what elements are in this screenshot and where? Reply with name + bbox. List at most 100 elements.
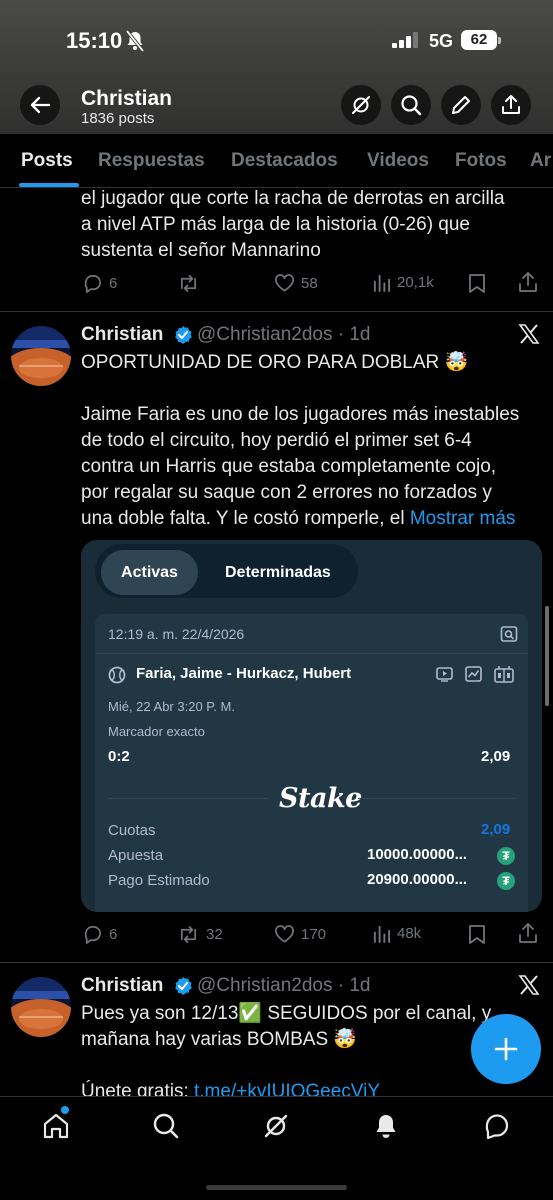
battery-nub: [498, 37, 501, 44]
tab-respuestas[interactable]: Respuestas: [98, 150, 205, 172]
author-name[interactable]: Christian: [81, 324, 163, 346]
tweet-divider: [0, 962, 553, 963]
grok-icon: [352, 96, 370, 114]
author-handle[interactable]: @Christian2dos · 1d: [197, 975, 371, 997]
tab-determinadas: Determinadas: [225, 564, 331, 581]
nav-messages[interactable]: [483, 1112, 511, 1140]
share-button[interactable]: [491, 85, 531, 125]
x-logo-icon[interactable]: [518, 974, 540, 996]
post-time: 1d: [349, 324, 371, 345]
bookmark-button[interactable]: [468, 924, 486, 944]
tweet2-line-last: una doble falta. Y le costó romperle, el…: [81, 506, 519, 532]
views-icon: [373, 274, 391, 292]
tab-articles[interactable]: Ar: [530, 150, 551, 172]
nav-search[interactable]: [152, 1112, 180, 1140]
tweet3-line: Únete gratis:: [81, 1081, 194, 1096]
like-count: 170: [301, 925, 327, 943]
repost-button[interactable]: 32: [177, 924, 223, 945]
bet-ticket: 12:19 a. m. 22/4/2026 Faria, Jaime - Hur…: [95, 614, 528, 912]
tweet1-line: a nivel ATP más larga de la historia (0-…: [81, 214, 470, 235]
reply-icon: [84, 275, 101, 293]
x-logo-icon[interactable]: [518, 323, 540, 345]
grok-icon: [264, 1114, 288, 1138]
author-name[interactable]: Christian: [81, 975, 163, 997]
tweet3-line-link: Únete gratis: t.me/+kvIUIQGeecViY: [81, 1079, 551, 1096]
scoreboard-icon: [494, 665, 514, 683]
tweet-divider: [0, 311, 553, 312]
views-button[interactable]: 20,1k: [372, 273, 434, 292]
author-handle[interactable]: @Christian2dos · 1d: [197, 324, 371, 346]
avatar[interactable]: [11, 326, 71, 386]
selection: 0:2: [108, 748, 130, 765]
stake-value: 10000.00000...: [367, 846, 468, 863]
live-stream-icon: [436, 667, 453, 682]
grok-button[interactable]: [341, 85, 381, 125]
handle-text: @Christian2dos: [197, 975, 333, 996]
bookmark-button[interactable]: [468, 273, 486, 293]
edit-button[interactable]: [441, 85, 481, 125]
show-more-link[interactable]: Mostrar más: [410, 508, 516, 529]
like-count: 58: [301, 274, 318, 292]
telegram-link[interactable]: t.me/+kvIUIQGeecViY: [194, 1081, 380, 1096]
tweet1-line: sustenta el señor Mannarino: [81, 240, 321, 261]
tweet2-text[interactable]: OPORTUNIDAD DE ORO PARA DOBLAR 🤯 Jaime F…: [81, 350, 519, 532]
match-time: Mié, 22 Abr 3:20 P. M.: [108, 699, 235, 714]
verified-icon: [173, 325, 193, 345]
avatar[interactable]: [11, 977, 71, 1037]
reply-count: 6: [109, 926, 118, 943]
profile-header: 15:10 5G 62 Christian 1836 posts: [0, 0, 553, 134]
receipt-search-icon: [500, 625, 518, 643]
tab-posts[interactable]: Posts: [21, 150, 73, 172]
reply-button[interactable]: 6: [82, 273, 117, 294]
avatar-image: [11, 977, 71, 1037]
share-tweet-button[interactable]: [518, 272, 538, 293]
like-button[interactable]: 170: [274, 924, 326, 944]
selection-odds: 2,09: [481, 748, 511, 765]
tab-destacados[interactable]: Destacados: [231, 150, 338, 172]
nav-home[interactable]: [42, 1112, 70, 1140]
heart-icon: [275, 274, 294, 292]
ticket-header: 12:19 a. m. 22/4/2026: [95, 614, 528, 654]
stats-icon: [465, 666, 482, 682]
battery-icon: 62: [461, 30, 497, 50]
scrollbar[interactable]: [545, 606, 549, 706]
nav-notifications[interactable]: [372, 1112, 400, 1140]
tweet1-line: el jugador que corte la racha de derrota…: [81, 188, 505, 209]
stake-label: Apuesta: [108, 847, 164, 864]
post-time: 1d: [349, 975, 371, 996]
repost-icon: [180, 275, 197, 292]
reply-count: 6: [109, 275, 118, 292]
bookmark-icon: [469, 925, 485, 944]
tether-icon: ₮: [497, 847, 515, 865]
heart-icon: [275, 925, 294, 943]
pencil-icon: [452, 96, 470, 114]
search-button[interactable]: [391, 85, 431, 125]
views-button[interactable]: 48k: [372, 924, 421, 943]
tab-activas: Activas: [101, 550, 198, 595]
divider-left: [108, 798, 268, 799]
tweet1-text[interactable]: el jugador que corte la racha de derrota…: [81, 186, 505, 264]
tweet2-line: de todo el circuito, hoy perdió el prime…: [81, 430, 472, 451]
views-icon: [373, 925, 391, 943]
share-tweet-button[interactable]: [518, 923, 538, 944]
market-name: Marcador exacto: [108, 724, 205, 739]
tab-videos[interactable]: Videos: [367, 150, 429, 172]
bet-slip-image[interactable]: Activas Determinadas 12:19 a. m. 22/4/20…: [81, 540, 542, 912]
repost-button[interactable]: [177, 273, 200, 294]
signal-icon: [392, 32, 420, 48]
bet-status-toggle: Activas Determinadas: [95, 544, 358, 598]
match-name: Faria, Jaime - Hurkacz, Hubert: [136, 665, 352, 682]
like-button[interactable]: 58: [274, 273, 318, 293]
nav-grok[interactable]: [262, 1112, 290, 1140]
back-button[interactable]: [20, 85, 60, 125]
compose-post-button[interactable]: [471, 1014, 541, 1084]
reply-button[interactable]: 6: [82, 924, 117, 945]
handle-text: @Christian2dos: [197, 324, 333, 345]
divider-right: [358, 798, 515, 799]
tab-fotos[interactable]: Fotos: [455, 150, 507, 172]
tweet2-line: contra un Harris que estaba completament…: [81, 456, 497, 477]
odds-value: 2,09: [481, 821, 511, 838]
tennis-ball-icon: [108, 666, 126, 684]
payout-value: 20900.00000...: [367, 871, 468, 888]
